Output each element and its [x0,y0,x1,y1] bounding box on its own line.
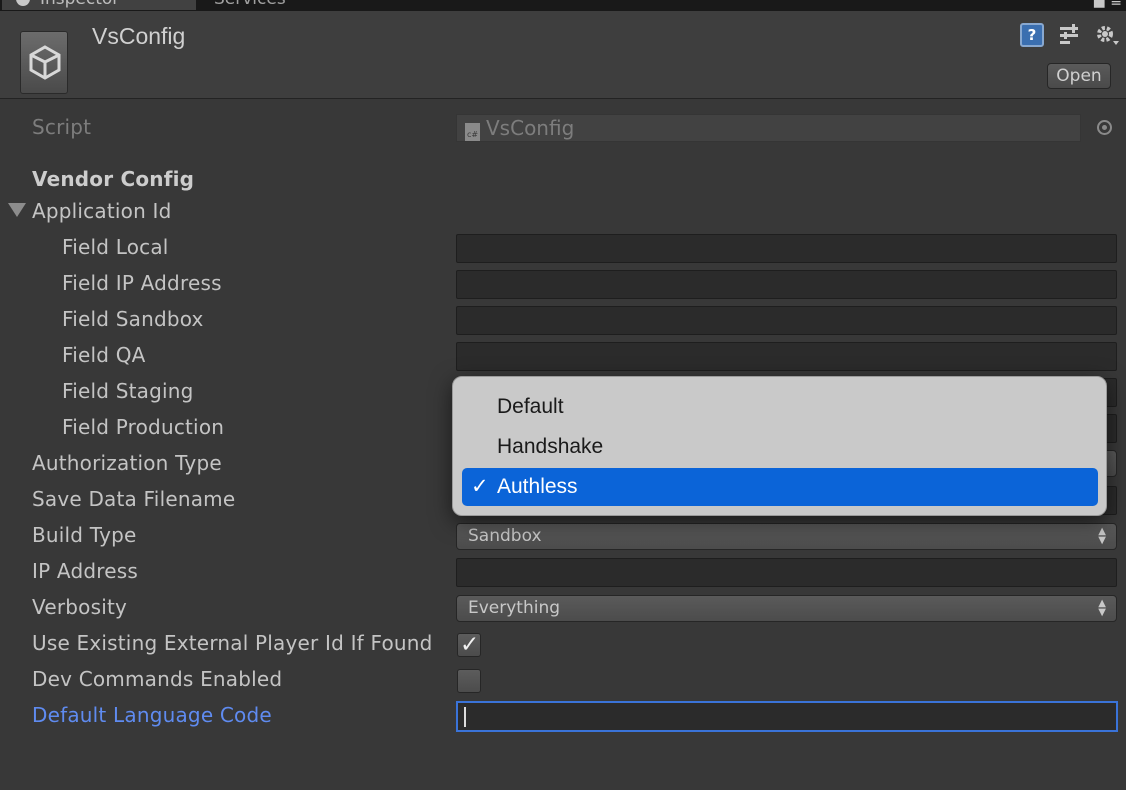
window-menu-icon[interactable]: ■ ≡ [1093,0,1122,10]
dev-commands-checkbox[interactable] [457,669,481,693]
field-staging-label: Field Staging [62,379,194,403]
save-data-filename-label: Save Data Filename [32,487,236,511]
inspector-window: Inspector Services ■ ≡ VsConfig ? [0,0,1126,790]
menu-item-default[interactable]: Default [462,388,1098,426]
default-language-input[interactable] [456,701,1118,732]
gear-icon[interactable] [1094,23,1120,47]
ip-address-label: IP Address [32,559,138,583]
field-sandbox-label: Field Sandbox [62,307,204,331]
menu-item-label: Default [497,395,564,418]
build-type-value: Sandbox [468,526,542,546]
csharp-script-icon: c# [465,123,480,141]
field-production-label: Field Production [62,415,225,439]
inspector-header: VsConfig ? Open [0,11,1126,99]
menu-item-label: Handshake [497,435,604,458]
authorization-type-label: Authorization Type [32,451,222,475]
tab-inspector[interactable]: Inspector [2,0,196,10]
dropdown-arrows-icon: ▲ ▼ [1098,598,1106,618]
use-existing-id-checkbox[interactable]: ✓ [457,632,481,658]
menu-item-authless[interactable]: ✓ Authless [462,468,1098,506]
field-ip-label: Field IP Address [62,271,222,295]
checkmark-icon: ✓ [471,475,489,498]
inspector-icon [16,0,30,6]
script-field: c# VsConfig [456,114,1081,142]
tab-strip: Inspector Services ■ ≡ [0,0,1126,11]
foldout-application-id[interactable]: Application Id [32,199,172,223]
script-value: VsConfig [486,116,575,140]
verbosity-label: Verbosity [32,595,128,619]
header-icons: ? [1020,23,1120,47]
tab-inspector-label: Inspector [40,0,119,9]
dropdown-arrows-icon: ▲ ▼ [1098,526,1106,546]
dev-commands-label: Dev Commands Enabled [32,667,283,691]
use-existing-id-label: Use Existing External Player Id If Found [32,631,433,655]
text-caret [464,707,466,727]
script-label: Script [32,115,92,139]
ip-address-input[interactable] [456,558,1117,587]
build-type-dropdown[interactable]: Sandbox ▲ ▼ [456,523,1117,550]
field-local-input[interactable] [456,234,1117,263]
field-qa-label: Field QA [62,343,146,367]
foldout-arrow-icon[interactable] [8,203,26,217]
tab-services[interactable]: Services [200,0,320,10]
verbosity-dropdown[interactable]: Everything ▲ ▼ [456,595,1117,622]
help-icon[interactable]: ? [1020,23,1044,47]
preset-icon[interactable] [1058,23,1080,47]
asset-title: VsConfig [92,23,186,49]
verbosity-value: Everything [468,598,561,618]
build-type-label: Build Type [32,523,137,547]
unity-asset-icon [20,31,68,94]
open-button[interactable]: Open [1047,63,1111,89]
object-picker-icon[interactable] [1097,120,1112,135]
field-ip-input[interactable] [456,270,1117,299]
field-qa-input[interactable] [456,342,1117,371]
field-sandbox-input[interactable] [456,306,1117,335]
field-local-label: Field Local [62,235,169,259]
menu-item-handshake[interactable]: Handshake [462,428,1098,466]
authorization-type-popup: Default Handshake ✓ Authless [452,376,1107,516]
checkmark-icon: ✓ [460,632,480,658]
tab-services-label: Services [214,0,286,9]
default-language-label: Default Language Code [32,703,272,727]
section-title: Vendor Config [32,167,195,191]
menu-item-label: Authless [497,475,578,498]
